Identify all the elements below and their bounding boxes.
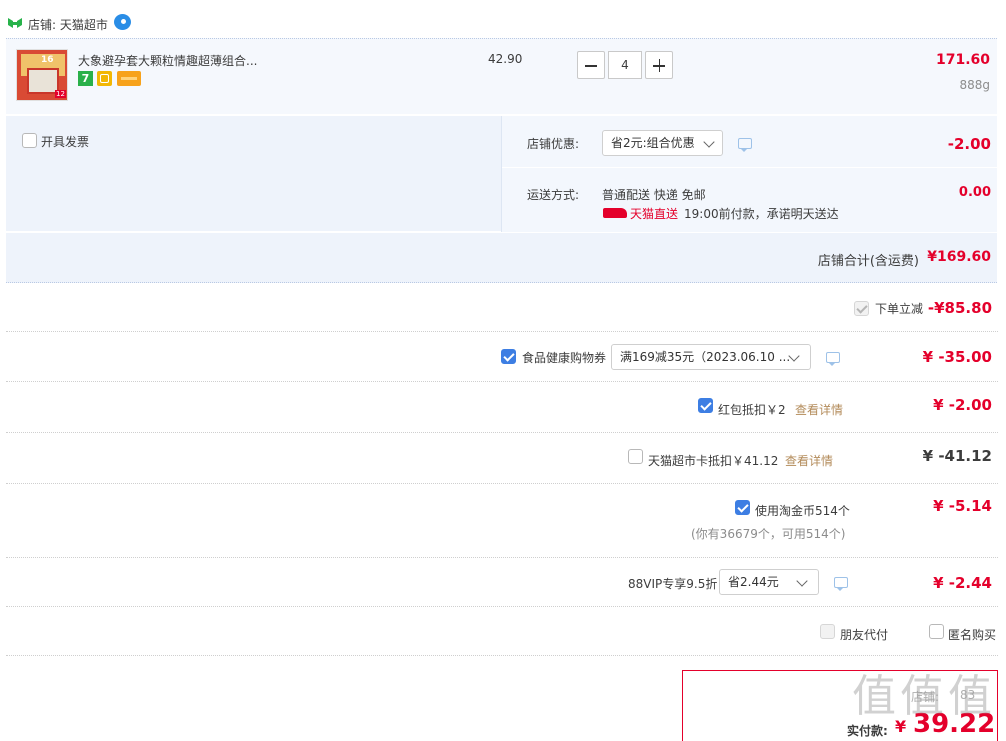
divider bbox=[6, 606, 998, 607]
order-options-panel: 开具发票 店铺优惠: 省2元:组合优惠 -2.00 运送方式: 普通配送 快递 … bbox=[6, 115, 998, 232]
shop-discount-label: 店铺优惠: bbox=[527, 137, 580, 151]
shop-discount-amount: -2.00 bbox=[947, 135, 991, 153]
coupon-selected: 满169减35元（2023.06.10 ... bbox=[620, 350, 791, 364]
anonymous-checkbox[interactable] bbox=[929, 624, 944, 639]
shop-discount-select[interactable]: 省2元:组合优惠 bbox=[602, 130, 723, 156]
shipping-method: 普通配送 快递 免邮 bbox=[602, 188, 706, 202]
coupon-checkbox[interactable] bbox=[501, 349, 516, 364]
instant-discount-label: 下单立减 bbox=[875, 302, 924, 316]
tmall-card-details-link[interactable]: 查看详情 bbox=[785, 452, 833, 469]
divider bbox=[6, 557, 998, 558]
item-subtotal: 171.60 bbox=[935, 52, 990, 68]
red-packet-details-link[interactable]: 查看详情 bbox=[795, 401, 843, 418]
divider bbox=[6, 331, 998, 332]
product-thumbnail[interactable]: 16 12 bbox=[16, 49, 68, 101]
item-weight: 888g bbox=[959, 78, 990, 92]
quantity-decrease-button[interactable] bbox=[577, 51, 605, 79]
tmall-card-checkbox[interactable] bbox=[628, 449, 643, 464]
coupon-label[interactable]: 食品健康购物券 bbox=[522, 349, 606, 366]
red-packet-checkbox[interactable] bbox=[698, 398, 713, 413]
shop-discount-chat-icon[interactable] bbox=[738, 138, 752, 152]
shop-discount-selected: 省2元:组合优惠 bbox=[611, 136, 695, 150]
delivery-promise: 19:00前付款，承诺明天送达 bbox=[684, 207, 839, 221]
paid-currency: ¥ bbox=[895, 717, 907, 736]
shop-header: 店铺: 天猫超市 bbox=[0, 0, 1006, 38]
red-packet-amount: ¥ -2.00 bbox=[933, 396, 992, 414]
gold-coins-amount: ¥ -5.14 bbox=[933, 497, 992, 515]
payment-summary-box: 店铺: 83 实付款: ¥ 39.22 bbox=[682, 670, 998, 741]
friend-pay-label: 朋友代付 bbox=[840, 628, 889, 642]
shop-total-label: 店铺合计(含运费) bbox=[817, 254, 919, 269]
guarantee-icon bbox=[97, 71, 112, 86]
shop-name[interactable]: 店铺: 天猫超市 bbox=[28, 16, 108, 33]
vip-chat-icon[interactable] bbox=[834, 577, 848, 591]
tmall-direct-badge: 天猫直送 bbox=[630, 207, 679, 221]
wangwang-chat-icon-dot bbox=[121, 19, 126, 24]
gold-coins-label[interactable]: 使用淘金币514个 bbox=[755, 502, 850, 519]
discount-shipping-area: 店铺优惠: 省2元:组合优惠 -2.00 运送方式: 普通配送 快递 免邮 0.… bbox=[501, 116, 998, 232]
friend-pay-checkbox bbox=[820, 624, 835, 639]
vip-selected: 省2.44元 bbox=[728, 575, 779, 589]
tmall-direct-icon bbox=[603, 208, 627, 218]
vip-amount: ¥ -2.44 bbox=[933, 574, 992, 592]
divider bbox=[6, 381, 998, 382]
paid-total: 39.22 bbox=[913, 709, 996, 739]
instant-discount-amount: -¥85.80 bbox=[927, 299, 992, 317]
partial-label: 店铺: bbox=[911, 690, 940, 704]
invoice-label[interactable]: 开具发票 bbox=[41, 133, 89, 150]
seven-day-return-icon: 7 bbox=[78, 71, 93, 86]
partial-value: 83 bbox=[960, 688, 976, 702]
divider bbox=[6, 432, 998, 433]
product-title[interactable]: 大象避孕套大颗粒情趣超薄组合... bbox=[78, 52, 257, 69]
chevron-down-icon bbox=[796, 575, 808, 587]
shop-total-amount: ¥169.60 bbox=[927, 249, 991, 265]
payment-card-icon bbox=[117, 71, 141, 86]
tmall-logo-icon bbox=[8, 18, 22, 28]
vip-select[interactable]: 省2.44元 bbox=[719, 569, 819, 595]
invoice-checkbox[interactable] bbox=[22, 133, 37, 148]
quantity-input[interactable]: 4 bbox=[608, 51, 642, 79]
divider bbox=[6, 483, 998, 484]
anonymous-label[interactable]: 匿名购买 bbox=[948, 626, 996, 643]
coupon-amount: ¥ -35.00 bbox=[922, 348, 992, 366]
tmall-card-label[interactable]: 天猫超市卡抵扣￥41.12 bbox=[648, 452, 778, 469]
thumbnail-badge: 12 bbox=[55, 90, 66, 98]
divider bbox=[6, 655, 998, 656]
item-row: 16 12 大象避孕套大颗粒情趣超薄组合... 7 42.90 4 171.60… bbox=[6, 38, 997, 114]
coupon-chat-icon[interactable] bbox=[826, 352, 840, 366]
shop-total-row: 店铺合计(含运费) ¥169.60 bbox=[6, 232, 997, 283]
gold-coins-checkbox[interactable] bbox=[735, 500, 750, 515]
paid-label: 实付款: bbox=[847, 724, 888, 738]
vip-label: 88VIP专享9.5折 bbox=[628, 577, 718, 591]
unit-price: 42.90 bbox=[488, 52, 523, 66]
chevron-down-icon bbox=[703, 136, 715, 148]
shipping-label: 运送方式: bbox=[527, 188, 580, 202]
thumbnail-text: 16 bbox=[41, 55, 54, 65]
shipping-amount: 0.00 bbox=[958, 185, 991, 200]
coupon-select[interactable]: 满169减35元（2023.06.10 ... bbox=[611, 344, 811, 370]
gold-coins-note: (你有36679个，可用514个) bbox=[691, 527, 846, 541]
instant-discount-checkbox bbox=[854, 301, 869, 316]
tmall-card-amount: ¥ -41.12 bbox=[922, 447, 992, 465]
red-packet-label[interactable]: 红包抵扣￥2 bbox=[718, 401, 786, 418]
quantity-increase-button[interactable] bbox=[645, 51, 673, 79]
